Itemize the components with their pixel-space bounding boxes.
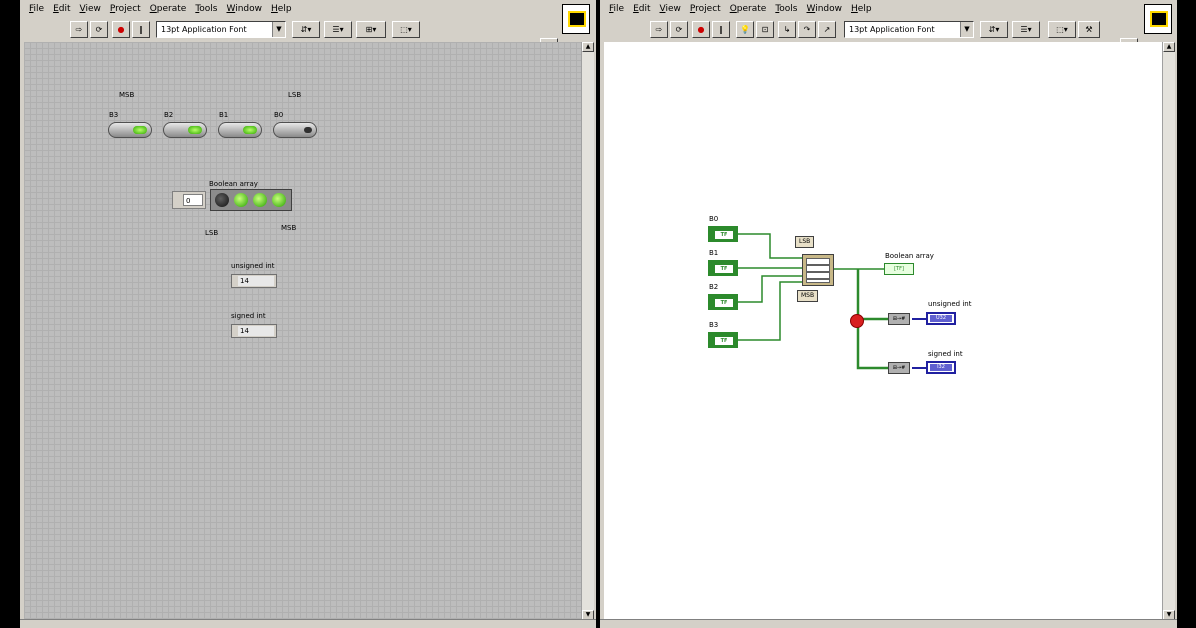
array-to-number-node[interactable]: ⊞→# — [888, 362, 910, 374]
lsb-comment-constant[interactable]: LSB — [795, 236, 815, 248]
terminal-b0-type: TF — [714, 230, 734, 240]
terminal-b2-type: TF — [714, 298, 734, 308]
terminal-b1-label: B1 — [709, 249, 719, 257]
terminal-b0[interactable]: TF — [708, 226, 738, 242]
signed-int-type: I32 — [930, 364, 952, 371]
build-array-node[interactable] — [802, 254, 834, 286]
build-array-input — [806, 265, 830, 272]
boolean-array-terminal[interactable]: [TF] — [884, 263, 914, 275]
boolean-array-terminal-label: Boolean array — [885, 252, 934, 260]
unsigned-int-type: U32 — [930, 315, 952, 322]
build-array-input — [806, 279, 830, 283]
array-to-number-node[interactable]: ⊞→# — [888, 313, 910, 325]
build-array-input — [806, 258, 830, 265]
signed-int-terminal[interactable]: I32 — [926, 361, 956, 374]
unsigned-int-terminal[interactable]: U32 — [926, 312, 956, 325]
terminal-b1-type: TF — [714, 264, 734, 274]
terminal-b3[interactable]: TF — [708, 332, 738, 348]
probe-icon[interactable] — [850, 314, 864, 328]
msb-comment-constant[interactable]: MSB — [797, 290, 819, 302]
terminal-b1[interactable]: TF — [708, 260, 738, 276]
wires — [738, 233, 928, 370]
terminal-b2-label: B2 — [709, 283, 719, 291]
terminal-b0-label: B0 — [709, 215, 719, 223]
terminal-b2[interactable]: TF — [708, 294, 738, 310]
unsigned-int-terminal-label: unsigned int — [928, 300, 972, 308]
terminal-b3-type: TF — [714, 336, 734, 346]
signed-int-terminal-label: signed int — [928, 350, 963, 358]
build-array-input — [806, 272, 830, 279]
terminal-b3-label: B3 — [709, 321, 719, 329]
